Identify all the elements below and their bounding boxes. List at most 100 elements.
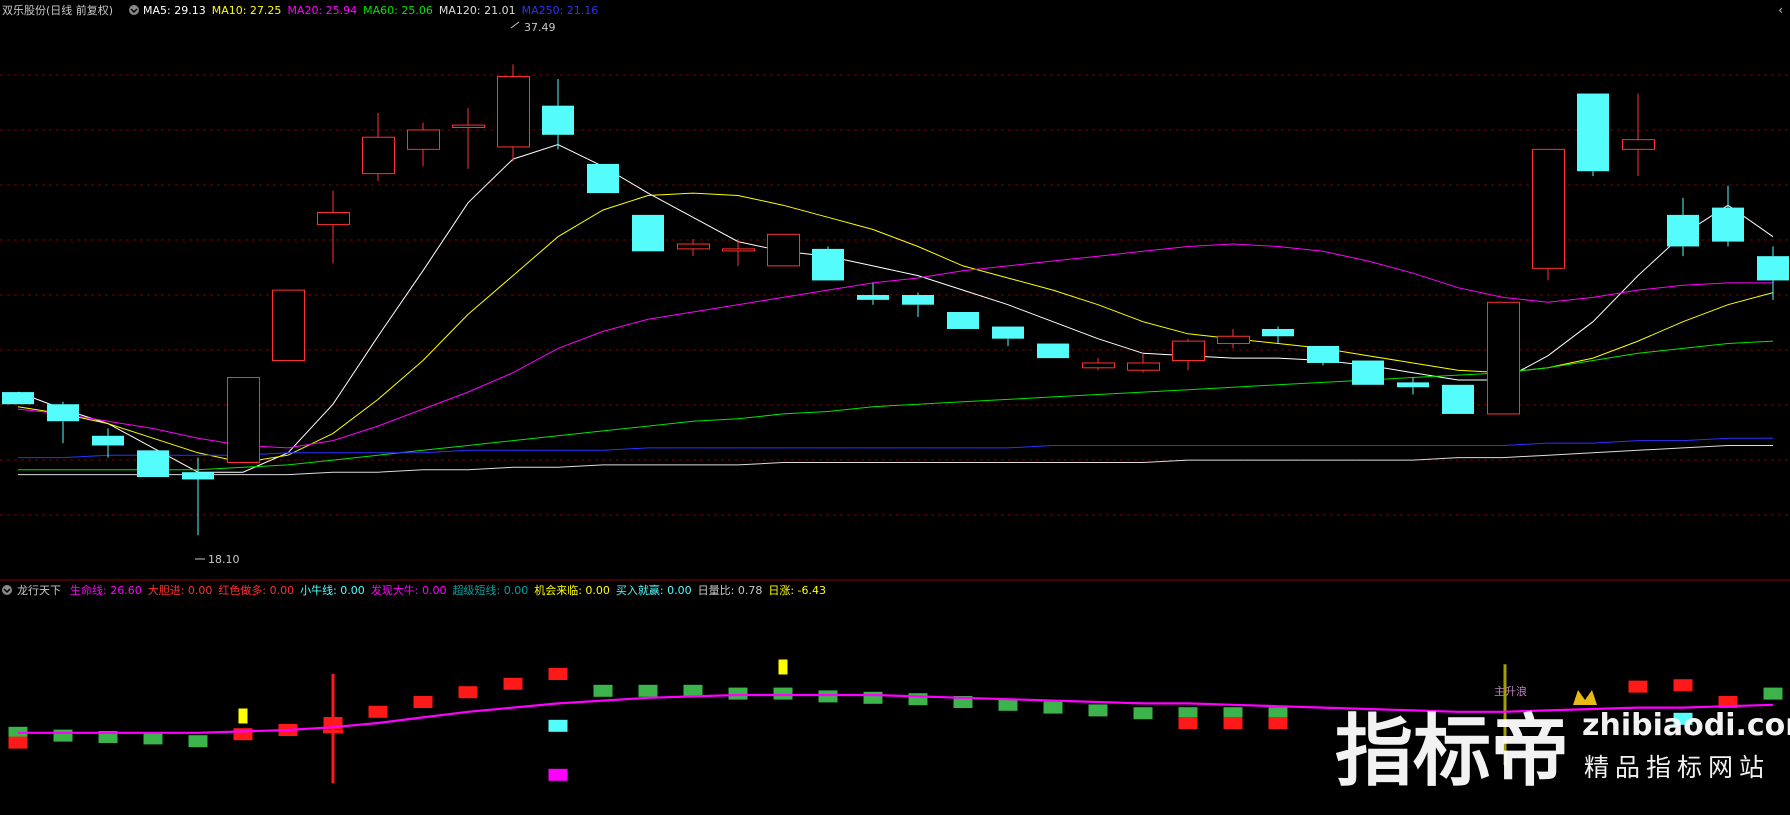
candle-body (272, 289, 305, 362)
candle-body (2, 392, 34, 405)
indicator-marker (1268, 717, 1288, 729)
candle (542, 78, 574, 150)
indicator-marker (233, 728, 253, 741)
indicator-legend: 生命线: 26.60 大胆进: 0.00 红色做多: 0.00 小牛线: 0.00 发现… (70, 583, 826, 597)
indicator-marker (773, 687, 793, 700)
indicator-legend-item: 发现大牛: 0.00 (371, 583, 447, 597)
candle (137, 450, 169, 478)
indicator-marker (368, 705, 388, 718)
indicator-marker (638, 684, 658, 697)
indicator-marker (1133, 707, 1153, 720)
candle-body (47, 404, 79, 422)
indicator-marker (1043, 701, 1063, 714)
candle (317, 190, 350, 264)
candle (1622, 93, 1655, 177)
indicator-marker (1763, 687, 1783, 700)
indicator-legend-item: 买入就赢: 0.00 (616, 583, 692, 597)
watermark-main: 指标帝 (1335, 707, 1569, 797)
indicator-marker (683, 684, 703, 697)
max-price-marker: 37.49 (510, 21, 556, 34)
ma-legend-item: MA120: 21.01 (439, 4, 516, 17)
indicator-marker (863, 691, 883, 704)
indicator-marker (593, 684, 613, 697)
watermark-slogan: 精品指标网站 (1584, 753, 1770, 782)
indicator-marker (188, 735, 208, 748)
candle (902, 292, 934, 317)
main-wave-annotation: 主升浪 (1494, 684, 1527, 698)
indicator-marker (53, 729, 73, 742)
candle-body (902, 295, 934, 305)
indicator-marker (458, 686, 478, 699)
ma-legend-item: MA5: 29.13 (143, 4, 206, 17)
candle (947, 311, 979, 329)
kline-chart-svg: 双乐股份(日线 前复权) MA5: 29.13 MA10: 27.25 MA20: … (0, 3, 1790, 797)
candle (587, 163, 619, 194)
candle (722, 239, 755, 266)
candle-body (1307, 345, 1339, 363)
indicator-legend-item: 大胆进: 0.00 (148, 583, 213, 597)
indicator-legend-item: 生命线: 26.60 (70, 583, 142, 597)
indicator-marker (778, 659, 788, 675)
candle (1217, 328, 1250, 349)
candle (227, 377, 260, 463)
candle-body (722, 248, 755, 252)
grid-layer (0, 74, 1790, 516)
candle (1082, 358, 1115, 371)
indicator-marker (908, 693, 928, 706)
candle-body (497, 76, 530, 148)
ma-legend-item: MA10: 27.25 (212, 4, 282, 17)
max-price-label: 37.49 (524, 21, 556, 34)
candle (767, 233, 800, 267)
candle-body (227, 377, 260, 463)
candle (92, 428, 124, 458)
candle-body (452, 124, 485, 129)
indicator-settings-icon[interactable] (2, 585, 12, 595)
indicator-legend-item: 小牛线: 0.00 (300, 583, 365, 597)
candle (407, 122, 440, 167)
indicator-marker (1223, 717, 1243, 729)
candle (47, 401, 79, 444)
candle (497, 64, 530, 162)
candle-body (362, 136, 395, 175)
ma-legend-item: MA20: 25.94 (287, 4, 357, 17)
candle (1757, 246, 1789, 300)
indicator-marker (818, 690, 838, 703)
indicator-marker (548, 768, 568, 781)
ma-settings-icon[interactable] (129, 5, 139, 15)
indicator-legend-item: 红色做多: 0.00 (218, 583, 294, 597)
candle (632, 214, 664, 252)
candle-body (182, 472, 214, 480)
candle-body (587, 163, 619, 194)
candle (1127, 353, 1160, 373)
min-price-marker: 18.10 (195, 553, 240, 566)
candle-body (1487, 301, 1520, 415)
candle-body (1217, 335, 1250, 345)
candle (1397, 377, 1429, 395)
indicator-marker (413, 696, 433, 708)
kline-chart-panel: 双乐股份(日线 前复权) MA5: 29.13 MA10: 27.25 MA20: … (0, 0, 1790, 812)
candle-body (1712, 207, 1744, 242)
ma-legend-item: MA250: 21.16 (522, 4, 599, 17)
candle (1487, 301, 1520, 415)
candle (362, 112, 395, 181)
candle (272, 289, 305, 362)
crown-icon (1573, 690, 1597, 705)
indicator-legend-item: 日量比: 0.78 (698, 584, 763, 597)
indicator-marker (1628, 680, 1648, 693)
candle-body (1532, 148, 1565, 269)
candle (992, 326, 1024, 346)
collapse-left-icon[interactable]: ‹ (1778, 3, 1783, 17)
candle-body (1037, 343, 1069, 359)
candle-body (1082, 362, 1115, 369)
indicator-marker (1088, 704, 1108, 717)
candle-body (992, 326, 1024, 339)
candle-body (1757, 256, 1789, 281)
candle-body (1127, 362, 1160, 371)
indicator-marker (143, 732, 163, 745)
candle (1307, 345, 1339, 366)
candle-body (1577, 93, 1609, 172)
candle (2, 392, 34, 405)
candle-body (677, 243, 710, 250)
min-price-label: 18.10 (208, 553, 240, 566)
candle (677, 239, 710, 257)
